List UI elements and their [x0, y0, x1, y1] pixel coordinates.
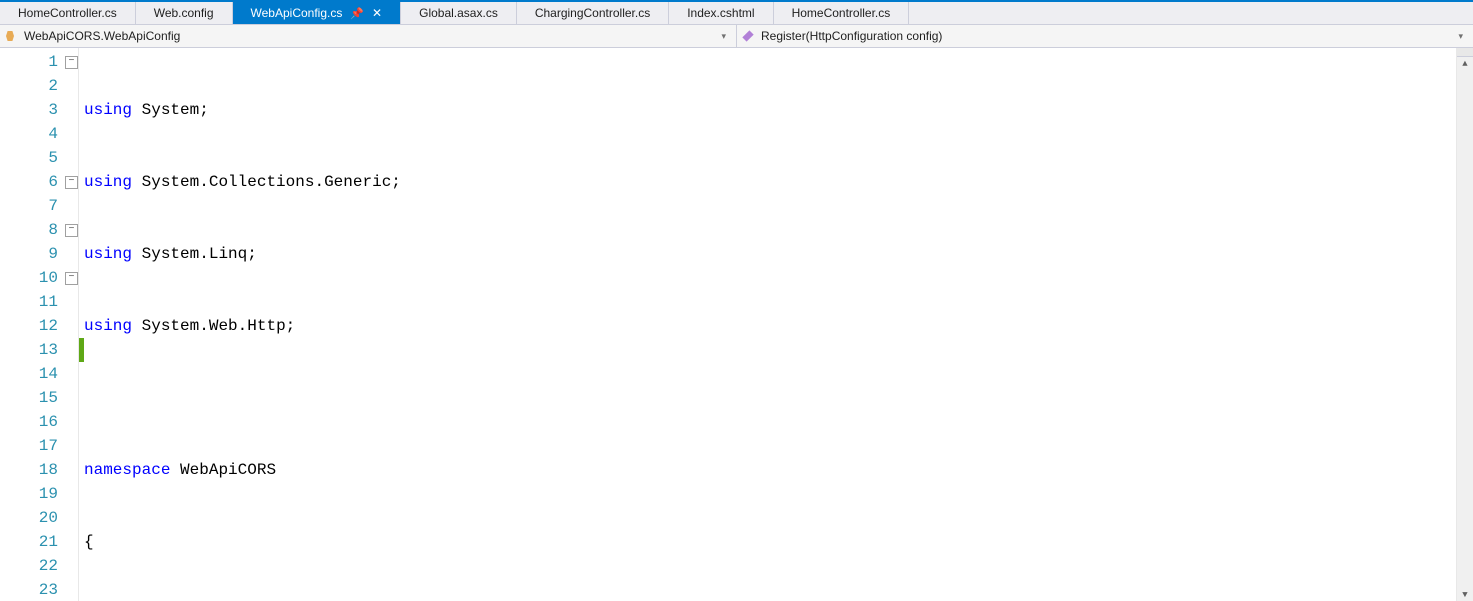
line-number: 16	[0, 410, 64, 434]
nav-method-dropdown[interactable]: Register(HttpConfiguration config) ▾	[737, 25, 1473, 47]
kw-using: using	[84, 101, 132, 119]
outline-fold-column: − − − −	[64, 48, 79, 601]
line-number: 8	[0, 218, 64, 242]
nav-class-label: WebApiCORS.WebApiConfig	[24, 29, 180, 43]
line-number: 4	[0, 122, 64, 146]
line-number: 9	[0, 242, 64, 266]
navigation-bar: WebApiCORS.WebApiConfig ▾ Register(HttpC…	[0, 25, 1473, 48]
tab-homecontroller[interactable]: HomeController.cs	[0, 2, 136, 24]
fold-toggle[interactable]: −	[65, 176, 78, 189]
tab-strip: HomeController.cs Web.config WebApiConfi…	[0, 0, 1473, 25]
tab-homecontroller2[interactable]: HomeController.cs	[774, 2, 910, 24]
nav-method-label: Register(HttpConfiguration config)	[761, 29, 942, 43]
chevron-down-icon[interactable]: ▾	[1454, 31, 1467, 42]
tab-label: WebApiConfig.cs	[251, 6, 343, 20]
scroll-up-icon[interactable]: ▲	[1457, 56, 1473, 72]
tab-label: Global.asax.cs	[419, 6, 498, 20]
line-number: 21	[0, 530, 64, 554]
tab-webconfig[interactable]: Web.config	[136, 2, 233, 24]
chevron-down-icon[interactable]: ▾	[717, 31, 730, 42]
line-number: 13	[0, 338, 64, 362]
line-number: 6	[0, 170, 64, 194]
tab-label: Web.config	[154, 6, 214, 20]
line-number: 3	[0, 98, 64, 122]
line-number: 17	[0, 434, 64, 458]
tab-label: HomeController.cs	[18, 6, 117, 20]
tab-chargingcontroller[interactable]: ChargingController.cs	[517, 2, 669, 24]
line-number: 2	[0, 74, 64, 98]
fold-toggle[interactable]: −	[65, 56, 78, 69]
line-number: 23	[0, 578, 64, 601]
line-number: 22	[0, 554, 64, 578]
line-number: 20	[0, 506, 64, 530]
line-number: 11	[0, 290, 64, 314]
line-number: 14	[0, 362, 64, 386]
vertical-scrollbar[interactable]: ▲ ▼	[1456, 48, 1473, 601]
line-number-gutter: 1234567891011121314151617181920212223	[0, 48, 64, 601]
code-area[interactable]: using System; using System.Collections.G…	[84, 48, 1456, 601]
line-number: 18	[0, 458, 64, 482]
line-number: 5	[0, 146, 64, 170]
fold-toggle[interactable]: −	[65, 272, 78, 285]
line-number: 19	[0, 482, 64, 506]
tab-label: Index.cshtml	[687, 6, 754, 20]
fold-toggle[interactable]: −	[65, 224, 78, 237]
method-icon	[743, 29, 757, 43]
line-number: 12	[0, 314, 64, 338]
tab-webapiconfig[interactable]: WebApiConfig.cs 📌 ✕	[233, 2, 402, 24]
tab-globalasax[interactable]: Global.asax.cs	[401, 2, 517, 24]
tab-label: ChargingController.cs	[535, 6, 650, 20]
pin-icon[interactable]: 📌	[350, 7, 364, 20]
scroll-down-icon[interactable]: ▼	[1457, 587, 1473, 601]
line-number: 15	[0, 386, 64, 410]
nav-class-dropdown[interactable]: WebApiCORS.WebApiConfig ▾	[0, 25, 737, 47]
line-number: 7	[0, 194, 64, 218]
line-number: 10	[0, 266, 64, 290]
tok: System	[142, 101, 200, 119]
tab-indexcshtml[interactable]: Index.cshtml	[669, 2, 773, 24]
code-editor[interactable]: 1234567891011121314151617181920212223 −−…	[0, 48, 1473, 601]
line-number: 1	[0, 50, 64, 74]
class-icon	[6, 29, 20, 43]
close-icon[interactable]: ✕	[372, 6, 382, 20]
tab-label: HomeController.cs	[792, 6, 891, 20]
